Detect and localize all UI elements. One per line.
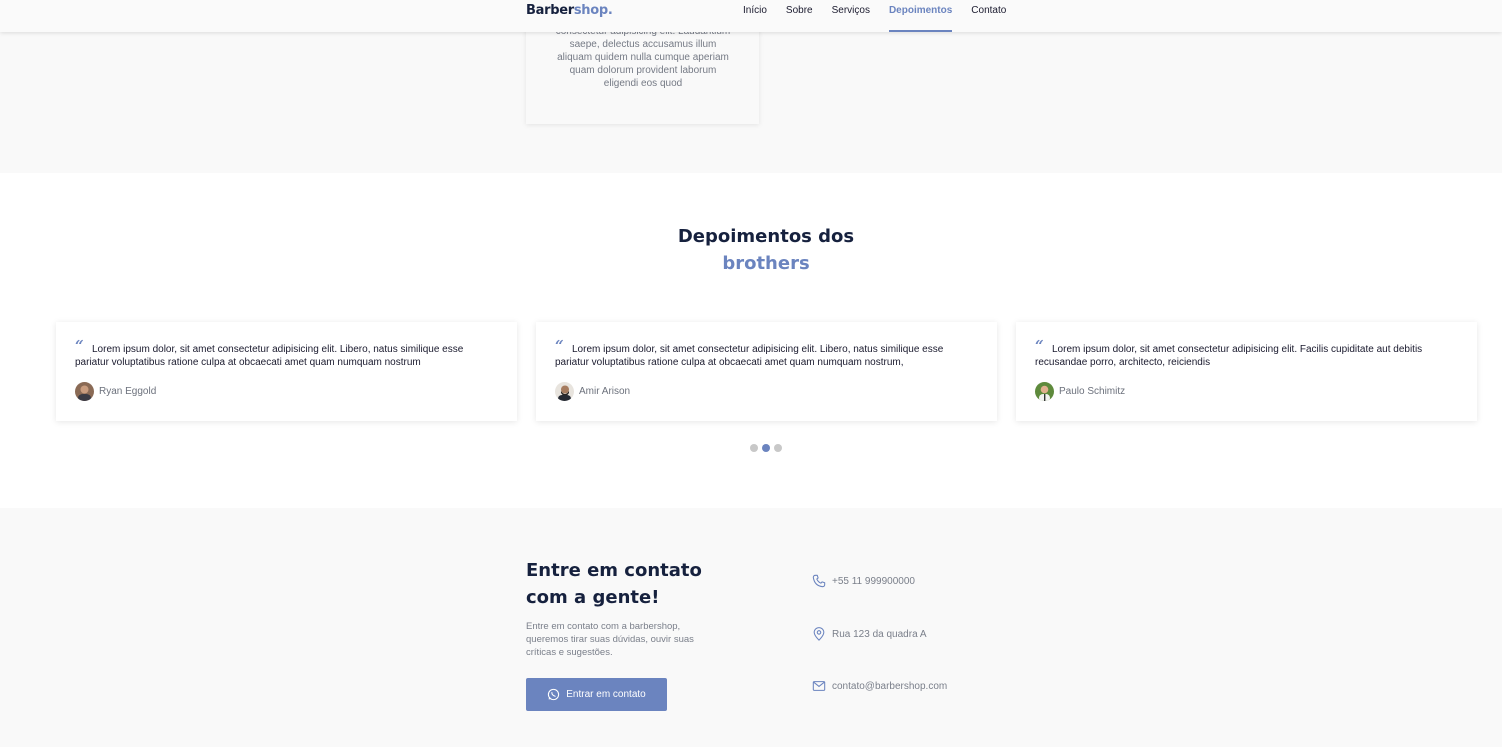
carousel-pagination: [750, 444, 786, 452]
testimonials-title-main: Depoimentos dos: [677, 226, 855, 247]
service-card-text: consectetur adipisicing elit. Laudantium…: [556, 26, 731, 89]
contact-address-text: Rua 123 da quadra A: [832, 628, 927, 640]
pagination-dot[interactable]: [774, 444, 782, 452]
whatsapp-icon: [548, 688, 560, 701]
testimonial-text: Lorem ipsum dolor, sit amet consectetur …: [555, 344, 944, 368]
mail-icon: [812, 681, 826, 691]
nav-link-inicio[interactable]: Início: [743, 0, 767, 32]
pagination-dot[interactable]: [750, 444, 758, 452]
contact-description: Entre em contato com a barbershop, quere…: [526, 621, 694, 658]
testimonials-title: Depoimentos dos brothers: [0, 223, 1502, 277]
testimonial-author: Paulo Schimitz: [1059, 386, 1126, 397]
pagination-dot-active[interactable]: [762, 444, 770, 452]
nav-link-servicos[interactable]: Serviços: [832, 0, 870, 32]
testimonial-author: Amir Arison: [579, 386, 631, 397]
testimonial-text: Lorem ipsum dolor, sit amet consectetur …: [75, 344, 464, 368]
nav-link-depoimentos[interactable]: Depoimentos: [888, 0, 953, 32]
testimonial-text: Lorem ipsum dolor, sit amet consectetur …: [1035, 344, 1423, 368]
contact-section: Entre em contato com a gente! Entre em c…: [0, 508, 1502, 747]
testimonials-title-highlight: brothers: [722, 253, 810, 274]
avatar: [75, 382, 94, 401]
main-nav: Início Sobre Serviços Depoimentos Contat…: [743, 0, 1025, 32]
site-header: Barbershop. Início Sobre Serviços Depoim…: [0, 0, 1502, 32]
logo[interactable]: Barbershop.: [526, 3, 613, 18]
phone-icon: [812, 574, 826, 588]
contact-address: Rua 123 da quadra A: [812, 627, 927, 641]
nav-link-contato[interactable]: Contato: [971, 0, 1006, 32]
nav-link-sobre[interactable]: Sobre: [786, 0, 813, 32]
services-section: consectetur adipisicing elit. Laudantium…: [0, 22, 1502, 173]
testimonial-author: Ryan Eggold: [99, 386, 157, 397]
contact-email-text: contato@barbershop.com: [832, 680, 948, 692]
avatar: [555, 382, 574, 401]
location-pin-icon: [813, 627, 825, 641]
contact-title: Entre em contato com a gente!: [526, 560, 702, 608]
testimonial-card: “ Lorem ipsum dolor, sit amet consectetu…: [56, 322, 517, 421]
contact-phone: +55 11 999900000: [812, 574, 915, 588]
contact-email: contato@barbershop.com: [812, 679, 947, 693]
testimonial-card: “ Lorem ipsum dolor, sit amet consectetu…: [1016, 322, 1477, 421]
testimonial-card: “ Lorem ipsum dolor, sit amet consectetu…: [536, 322, 997, 421]
testimonials-section: Depoimentos dos brothers “ Lorem ipsum d…: [0, 173, 1502, 508]
contact-button-label: Entrar em contato: [566, 689, 646, 700]
contact-button[interactable]: Entrar em contato: [526, 678, 667, 711]
contact-phone-text: +55 11 999900000: [832, 575, 915, 587]
logo-accent: shop.: [573, 3, 613, 18]
logo-main: Barber: [526, 3, 574, 18]
avatar: [1035, 382, 1054, 401]
